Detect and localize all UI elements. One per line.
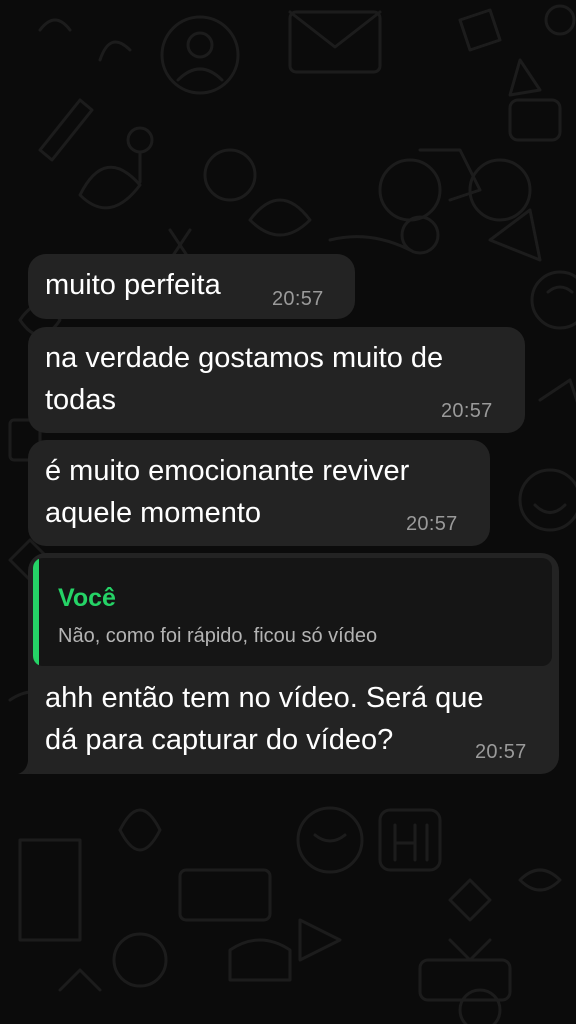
quote-text: Não, como foi rápido, ficou só vídeo [58, 625, 378, 647]
message-bubble[interactable]: é muito emocionante reviver aquele momen… [28, 440, 490, 546]
message-bubble[interactable]: muito perfeita 20:57 [28, 254, 355, 319]
message-text: muito perfeita [45, 269, 221, 301]
message-timestamp: 20:57 [272, 288, 324, 310]
quote-accent-bar [33, 558, 39, 666]
quote-author: Você [58, 584, 116, 612]
message-timestamp: 20:57 [475, 741, 527, 763]
message-text: é muito emocionante reviver aquele momen… [45, 455, 410, 529]
message-timestamp: 20:57 [406, 513, 458, 535]
message-bubble[interactable]: na verdade gostamos muito de todas 20:57 [28, 327, 525, 433]
message-text: na verdade gostamos muito de todas [45, 342, 444, 416]
message-text: ahh então tem no vídeo. Será que dá para… [45, 682, 484, 756]
quoted-reply[interactable]: Você Não, como foi rápido, ficou só víde… [33, 558, 552, 666]
message-bubble[interactable]: Você Não, como foi rápido, ficou só víde… [28, 553, 559, 774]
message-timestamp: 20:57 [441, 400, 493, 422]
